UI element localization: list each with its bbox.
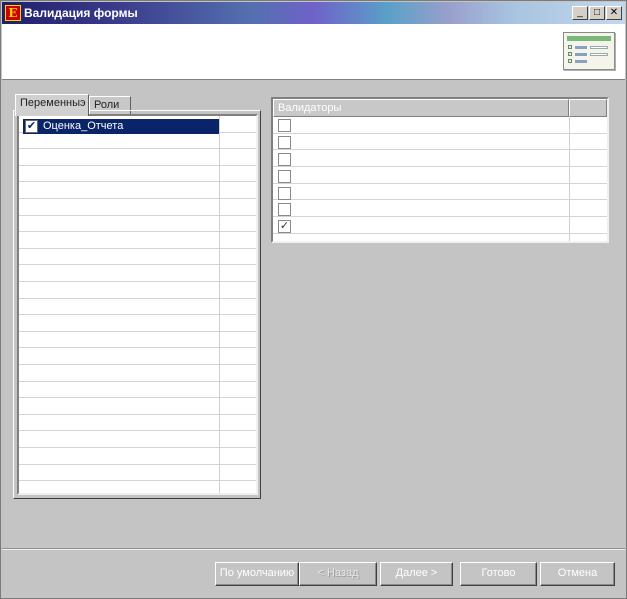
cancel-button[interactable]: Отмена (540, 562, 615, 586)
wizard-window: E Валидация формы _ □ ✕ Переменныэ Роли (0, 0, 627, 599)
validator-checkbox[interactable] (278, 203, 291, 216)
footer-separator (2, 548, 625, 550)
window-title: Валидация формы (24, 6, 138, 20)
wizard-header (2, 24, 625, 80)
minimize-button[interactable]: _ (572, 6, 588, 20)
title-bar[interactable]: E Валидация формы _ □ ✕ (2, 2, 625, 24)
validators-column-label: Валидаторы (278, 102, 342, 114)
finish-button[interactable]: Готово (460, 562, 537, 586)
validators-extra-column-header[interactable] (569, 99, 607, 117)
tab-variables[interactable]: Переменныэ (15, 94, 89, 116)
tab-variables-label: Переменныэ (20, 97, 86, 109)
close-button[interactable]: ✕ (606, 6, 622, 20)
validator-checkbox[interactable] (278, 187, 291, 200)
variables-list[interactable]: ✔ Оценка_Отчета (17, 114, 258, 495)
validator-checkbox[interactable] (278, 153, 291, 166)
app-icon: E (5, 5, 21, 21)
validator-checkbox[interactable] (278, 119, 291, 132)
maximize-button[interactable]: □ (589, 6, 605, 20)
next-button[interactable]: Далее > (380, 562, 453, 586)
variable-label: Оценка_Отчета (43, 120, 124, 132)
validator-checkbox[interactable] (278, 136, 291, 149)
validator-checkbox[interactable]: ✓ (278, 220, 291, 233)
validator-checkbox[interactable] (278, 170, 291, 183)
validators-table[interactable]: Валидаторы ✓ (271, 97, 609, 243)
form-icon (563, 32, 615, 70)
validators-column-header[interactable]: Валидаторы (273, 99, 569, 117)
variable-checkbox[interactable]: ✔ (25, 120, 38, 133)
default-button[interactable]: По умолчанию (215, 562, 299, 586)
back-button[interactable]: < Назад (299, 562, 377, 586)
